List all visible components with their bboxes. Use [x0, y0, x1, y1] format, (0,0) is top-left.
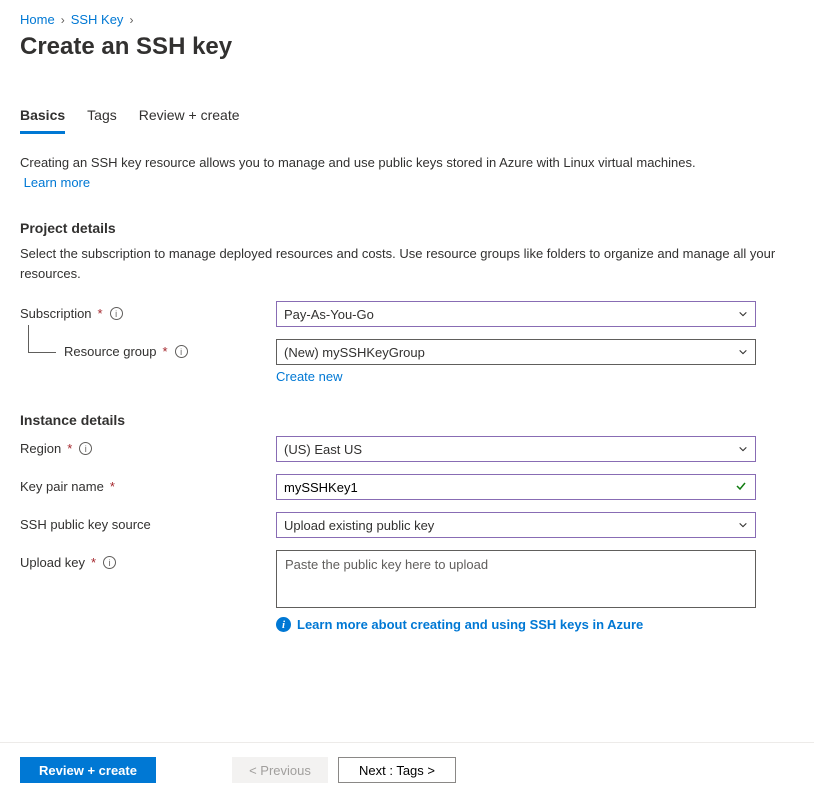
ssh-help-link[interactable]: Learn more about creating and using SSH …	[297, 617, 643, 632]
required-asterisk: *	[98, 306, 103, 321]
project-details-heading: Project details	[20, 220, 794, 236]
instance-details-heading: Instance details	[20, 412, 794, 428]
create-new-rg-link[interactable]: Create new	[276, 369, 342, 384]
review-create-button[interactable]: Review + create	[20, 757, 156, 783]
resource-group-select[interactable]: (New) mySSHKeyGroup	[276, 339, 756, 365]
tree-connector	[28, 325, 56, 353]
info-icon[interactable]: i	[79, 442, 92, 455]
chevron-down-icon	[738, 347, 748, 357]
footer-bar: Review + create < Previous Next : Tags >	[0, 742, 814, 797]
required-asterisk: *	[163, 344, 168, 359]
region-label-text: Region	[20, 441, 61, 456]
upload-key-textarea[interactable]	[276, 550, 756, 608]
required-asterisk: *	[67, 441, 72, 456]
resource-group-value: (New) mySSHKeyGroup	[284, 345, 425, 360]
next-button[interactable]: Next : Tags >	[338, 757, 456, 783]
tab-basics[interactable]: Basics	[20, 101, 65, 134]
breadcrumb-sshkey[interactable]: SSH Key	[71, 12, 124, 27]
chevron-right-icon: ›	[129, 13, 133, 27]
chevron-right-icon: ›	[61, 13, 65, 27]
info-icon[interactable]: i	[175, 345, 188, 358]
chevron-down-icon	[738, 444, 748, 454]
page-title: Create an SSH key	[20, 33, 794, 61]
subscription-select[interactable]: Pay-As-You-Go	[276, 301, 756, 327]
chevron-down-icon	[738, 520, 748, 530]
subscription-label-text: Subscription	[20, 306, 92, 321]
ssh-source-label-text: SSH public key source	[20, 517, 151, 532]
ssh-source-select[interactable]: Upload existing public key	[276, 512, 756, 538]
region-label: Region * i	[20, 436, 276, 456]
tab-bar: Basics Tags Review + create	[20, 101, 794, 135]
intro-body: Creating an SSH key resource allows you …	[20, 155, 696, 170]
region-value: (US) East US	[284, 442, 362, 457]
keypair-name-input[interactable]	[276, 474, 756, 500]
info-badge-icon: i	[276, 617, 291, 632]
tab-tags[interactable]: Tags	[87, 101, 117, 134]
tab-review-create[interactable]: Review + create	[139, 101, 240, 134]
ssh-source-label: SSH public key source	[20, 512, 276, 532]
breadcrumb: Home › SSH Key ›	[20, 12, 794, 27]
upload-key-label-text: Upload key	[20, 555, 85, 570]
resource-group-label-text: Resource group	[64, 344, 157, 359]
subscription-label: Subscription * i	[20, 301, 276, 321]
keypair-name-label-text: Key pair name	[20, 479, 104, 494]
subscription-value: Pay-As-You-Go	[284, 307, 374, 322]
info-icon[interactable]: i	[103, 556, 116, 569]
previous-button: < Previous	[232, 757, 328, 783]
learn-more-link[interactable]: Learn more	[24, 175, 90, 190]
info-icon[interactable]: i	[110, 307, 123, 320]
check-icon	[734, 479, 748, 496]
chevron-down-icon	[738, 309, 748, 319]
intro-text: Creating an SSH key resource allows you …	[20, 153, 794, 192]
keypair-name-field[interactable]	[284, 480, 734, 495]
resource-group-label: Resource group * i	[20, 339, 276, 359]
project-details-desc: Select the subscription to manage deploy…	[20, 244, 794, 283]
required-asterisk: *	[91, 555, 96, 570]
breadcrumb-home[interactable]: Home	[20, 12, 55, 27]
region-select[interactable]: (US) East US	[276, 436, 756, 462]
ssh-source-value: Upload existing public key	[284, 518, 434, 533]
keypair-name-label: Key pair name *	[20, 474, 276, 494]
required-asterisk: *	[110, 479, 115, 494]
upload-key-label: Upload key * i	[20, 550, 276, 570]
